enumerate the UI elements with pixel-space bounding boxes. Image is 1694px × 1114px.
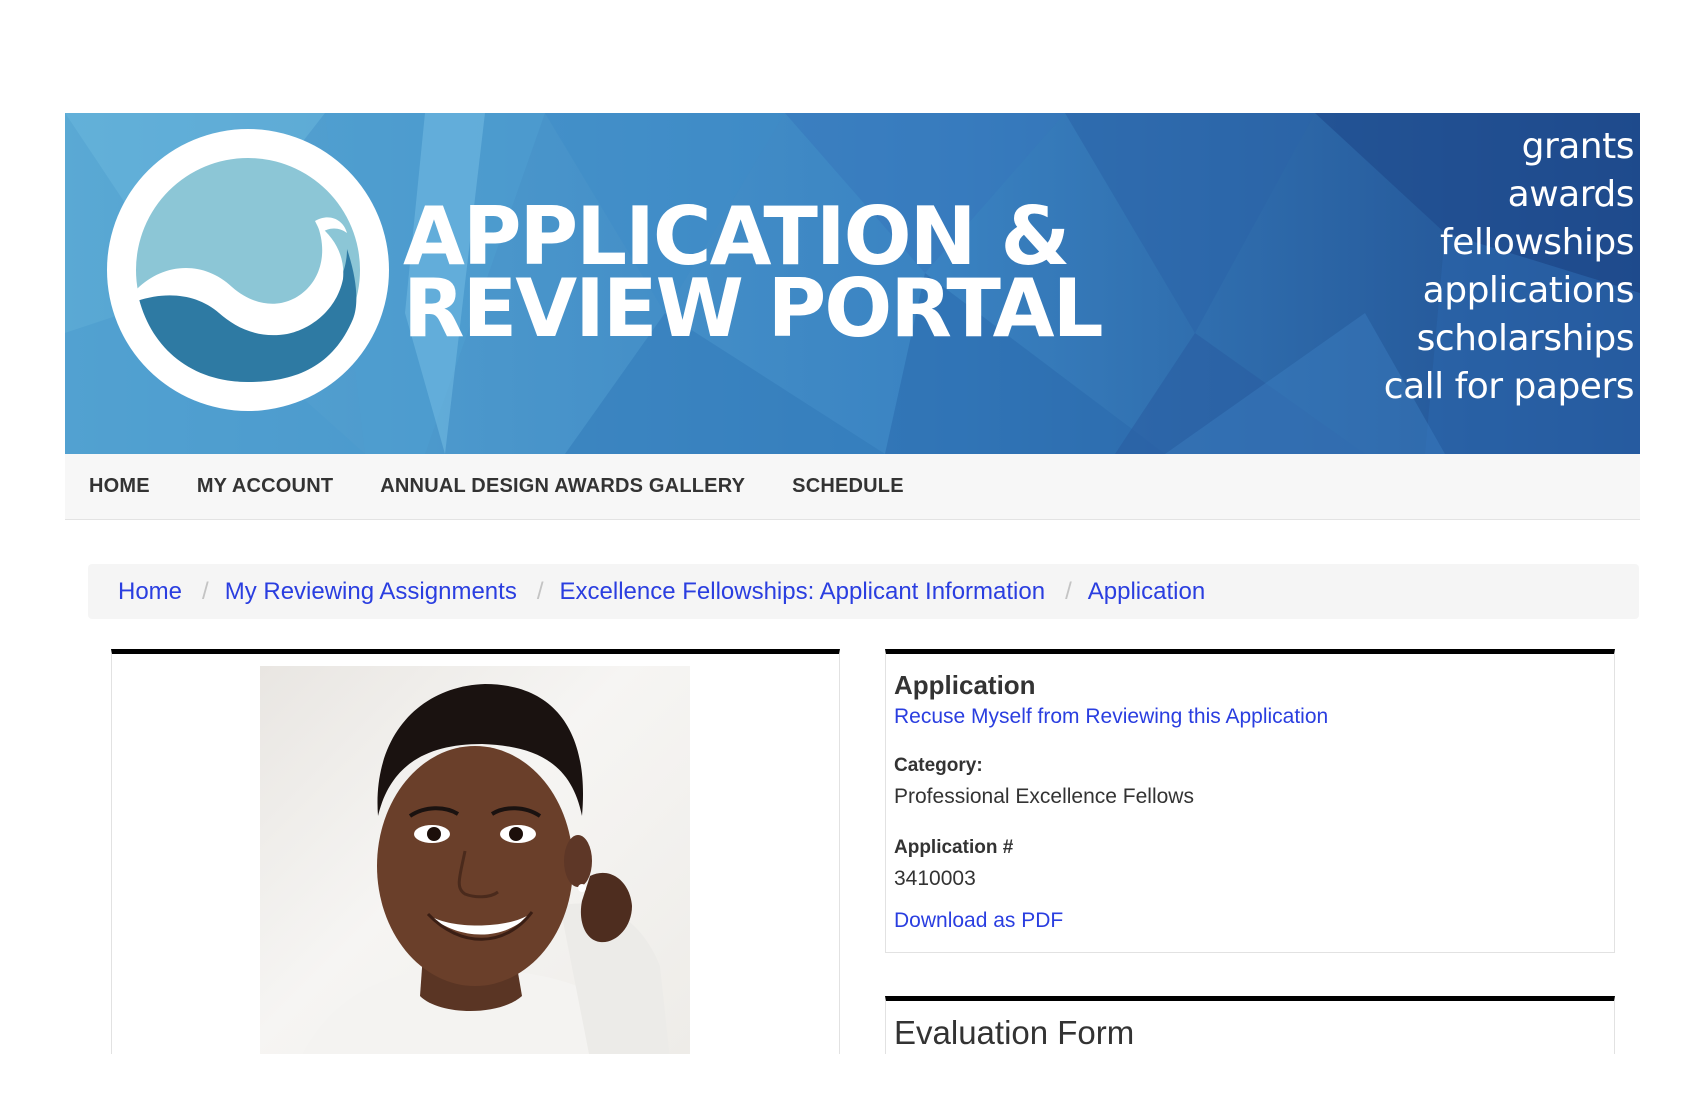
category-value: Professional Excellence Fellows [894, 785, 1194, 808]
application-number-label: Application # [894, 837, 1014, 858]
application-number-value: 3410003 [894, 867, 976, 890]
banner-title: APPLICATION & REVIEW PORTAL [403, 197, 1104, 355]
breadcrumb-separator: / [1065, 577, 1072, 605]
breadcrumb-application[interactable]: Application [1088, 578, 1205, 606]
category-label: Category: [894, 755, 983, 776]
nav-my-account[interactable]: MY ACCOUNT [197, 475, 333, 498]
applicant-photo-panel [111, 649, 840, 1114]
breadcrumb-home[interactable]: Home [118, 578, 182, 606]
evaluation-form-title: Evaluation Form [894, 1014, 1135, 1051]
nav-schedule[interactable]: SCHEDULE [792, 475, 904, 498]
page-bottom-margin [0, 1054, 1694, 1114]
banner-tag: scholarships [1416, 318, 1635, 359]
applicant-portrait-icon [300, 684, 670, 1059]
download-pdf-link[interactable]: Download as PDF [894, 906, 1063, 936]
banner-title-line-2: REVIEW PORTAL [403, 262, 1104, 355]
page: APPLICATION & REVIEW PORTAL grants award… [0, 0, 1694, 1114]
banner-tag: fellowships [1440, 222, 1634, 263]
breadcrumb-applicant-information[interactable]: Excellence Fellowships: Applicant Inform… [560, 578, 1046, 606]
breadcrumb-separator: / [202, 577, 209, 605]
banner-tag: grants [1521, 126, 1635, 167]
main-nav: HOME MY ACCOUNT ANNUAL DESIGN AWARDS GAL… [65, 454, 1640, 520]
applicant-photo [260, 666, 690, 1059]
breadcrumb: Home / My Reviewing Assignments / Excell… [88, 564, 1639, 619]
banner-tag: call for papers [1383, 366, 1635, 407]
banner-tag: awards [1507, 174, 1635, 215]
breadcrumb-separator: / [536, 577, 544, 605]
banner-tag: applications [1422, 270, 1635, 311]
portal-logo-icon [107, 129, 389, 411]
nav-annual-design-awards-gallery[interactable]: ANNUAL DESIGN AWARDS GALLERY [380, 475, 745, 498]
portal-banner: APPLICATION & REVIEW PORTAL grants award… [65, 113, 1640, 454]
application-panel: Application Recuse Myself from Reviewing… [885, 649, 1615, 953]
application-title: Application [894, 670, 1036, 700]
banner-tagline-list: grants awards fellowships applications s… [1383, 123, 1635, 411]
recuse-link[interactable]: Recuse Myself from Reviewing this Applic… [894, 702, 1328, 732]
breadcrumb-my-reviewing-assignments[interactable]: My Reviewing Assignments [225, 578, 517, 606]
nav-home[interactable]: HOME [89, 475, 150, 498]
